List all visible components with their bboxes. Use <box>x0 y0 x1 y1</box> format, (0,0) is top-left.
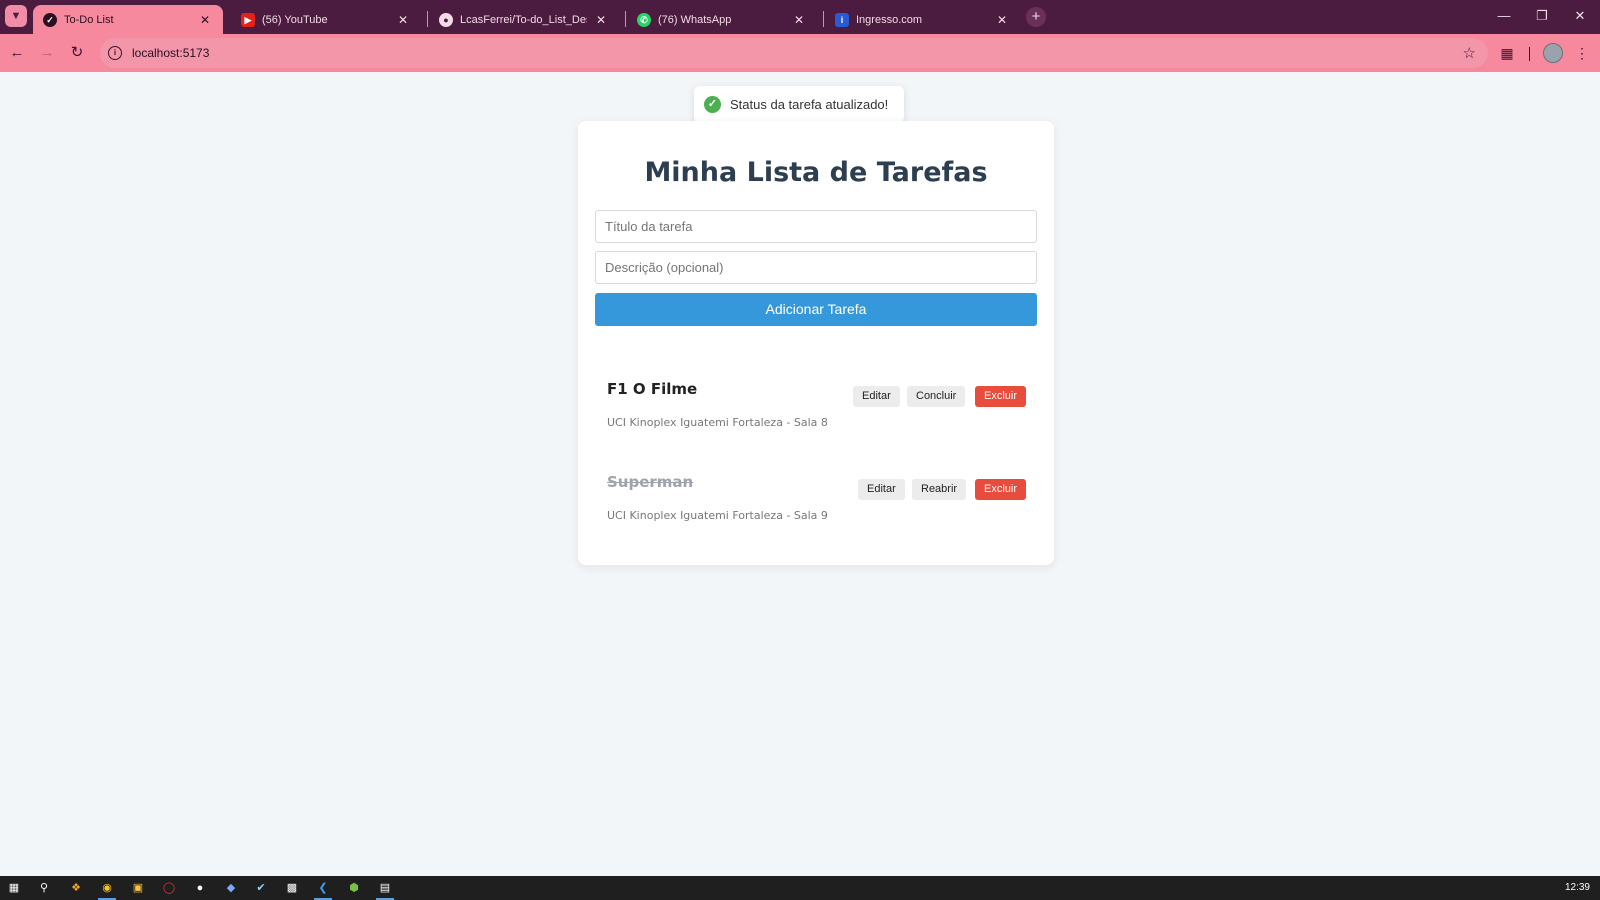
reload-icon[interactable]: ↻ <box>67 43 87 63</box>
task-item: F1 O Filme UCI Kinoplex Iguatemi Fortale… <box>595 380 1037 460</box>
edit-button[interactable]: Editar <box>858 479 905 500</box>
page-title: Minha Lista de Tarefas <box>644 157 988 188</box>
tab-separator <box>625 11 626 27</box>
minimize-icon[interactable]: — <box>1494 8 1514 23</box>
edit-button[interactable]: Editar <box>853 386 900 407</box>
checklist-icon: ✓ <box>43 12 57 27</box>
check-circle-icon: ✓ <box>704 96 721 113</box>
tab-whatsapp[interactable]: ✆ (76) WhatsApp ✕ <box>627 5 817 34</box>
windows-taskbar: ▦ ⚲ ❖ ◉ ▣ ◯ ● ◆ ✔ ▩ ❮ ⬢ ▤ 12:39 <box>0 876 1600 900</box>
restore-icon[interactable]: ❐ <box>1532 8 1552 24</box>
status-toast: ✓ Status da tarefa atualizado! <box>694 86 904 123</box>
task-description: UCI Kinoplex Iguatemi Fortaleza - Sala 9 <box>607 509 828 522</box>
task-title: Superman <box>607 473 694 491</box>
shield-icon[interactable]: ◆ <box>222 879 240 897</box>
add-task-button[interactable]: Adicionar Tarefa <box>595 293 1037 326</box>
file-explorer-icon[interactable]: ▣ <box>129 879 147 897</box>
close-icon[interactable]: ✕ <box>197 13 213 27</box>
github-desktop-icon[interactable]: ● <box>191 879 209 897</box>
tab-title: (56) YouTube <box>262 13 328 26</box>
browser-tab-strip: ▼ ✓ To-Do List ✕ ▶ (56) YouTube ✕ ● Lcas… <box>0 0 1600 34</box>
profile-avatar[interactable] <box>1543 43 1563 63</box>
bookmark-star-icon[interactable]: ☆ <box>1463 44 1476 62</box>
windows-start-icon[interactable]: ▦ <box>5 879 23 897</box>
reopen-button[interactable]: Reabrir <box>912 479 967 500</box>
opera-icon[interactable]: ◯ <box>160 879 178 897</box>
todo-card: Minha Lista de Tarefas Adicionar Tarefa … <box>578 121 1054 565</box>
whatsapp-icon: ✆ <box>637 12 651 27</box>
tab-separator <box>427 11 428 27</box>
forward-arrow-icon[interactable]: → <box>37 43 57 63</box>
tab-todo-list[interactable]: ✓ To-Do List ✕ <box>33 5 223 34</box>
chrome-icon[interactable]: ◉ <box>98 879 116 900</box>
more-menu-icon[interactable]: ⋮ <box>1572 43 1592 63</box>
toolbar-divider <box>1529 47 1530 61</box>
back-arrow-icon[interactable]: ← <box>7 43 27 63</box>
tab-title: LcasFerrei/To-do_List_Desafio: [ <box>460 13 587 26</box>
github-icon: ● <box>439 12 453 27</box>
terminal-icon[interactable]: ▩ <box>283 879 301 897</box>
steam-icon[interactable]: ✔ <box>252 879 270 897</box>
tab-github[interactable]: ● LcasFerrei/To-do_List_Desafio: [ ✕ <box>429 5 619 34</box>
close-icon[interactable]: ✕ <box>395 13 411 27</box>
search-icon[interactable]: ⚲ <box>35 879 53 897</box>
new-tab-button[interactable]: + <box>1026 7 1046 27</box>
browser-toolbar: ← → ↻ i localhost:5173 ☆ ▦ ⋮ <box>0 34 1600 72</box>
youtube-icon: ▶ <box>241 12 255 27</box>
task-title-input[interactable] <box>595 210 1037 243</box>
nodejs-icon[interactable]: ⬢ <box>345 879 363 897</box>
close-icon[interactable]: ✕ <box>791 13 807 27</box>
info-icon: i <box>835 12 849 27</box>
tab-title: Ingresso.com <box>856 13 923 26</box>
close-icon[interactable]: ✕ <box>593 13 609 27</box>
extensions-icon[interactable]: ▦ <box>1497 43 1517 63</box>
delete-button[interactable]: Excluir <box>975 479 1027 500</box>
copilot-icon[interactable]: ❖ <box>67 879 85 897</box>
task-title: F1 O Filme <box>607 380 698 398</box>
task-description: UCI Kinoplex Iguatemi Fortaleza - Sala 8 <box>607 416 828 429</box>
tab-search-chevron-icon[interactable]: ▼ <box>5 5 27 27</box>
task-item: Superman UCI Kinoplex Iguatemi Fortaleza… <box>595 473 1037 553</box>
system-clock: 12:39 <box>1564 882 1590 893</box>
close-window-icon[interactable]: ✕ <box>1570 8 1590 24</box>
address-url: localhost:5173 <box>132 46 210 60</box>
site-info-icon[interactable]: i <box>108 46 122 60</box>
task-description-input[interactable] <box>595 251 1037 284</box>
tab-title: To-Do List <box>64 13 114 26</box>
tab-youtube[interactable]: ▶ (56) YouTube ✕ <box>231 5 421 34</box>
console-icon[interactable]: ▤ <box>376 879 394 900</box>
delete-button[interactable]: Excluir <box>975 386 1027 407</box>
tab-ingresso[interactable]: i Ingresso.com ✕ <box>825 5 1020 34</box>
tab-separator <box>823 11 824 27</box>
complete-button[interactable]: Concluir <box>907 386 966 407</box>
vscode-icon[interactable]: ❮ <box>314 879 332 900</box>
tab-title: (76) WhatsApp <box>658 13 732 26</box>
toast-message: Status da tarefa atualizado! <box>730 97 889 112</box>
close-icon[interactable]: ✕ <box>994 13 1010 27</box>
address-bar[interactable]: i localhost:5173 ☆ <box>100 38 1488 68</box>
